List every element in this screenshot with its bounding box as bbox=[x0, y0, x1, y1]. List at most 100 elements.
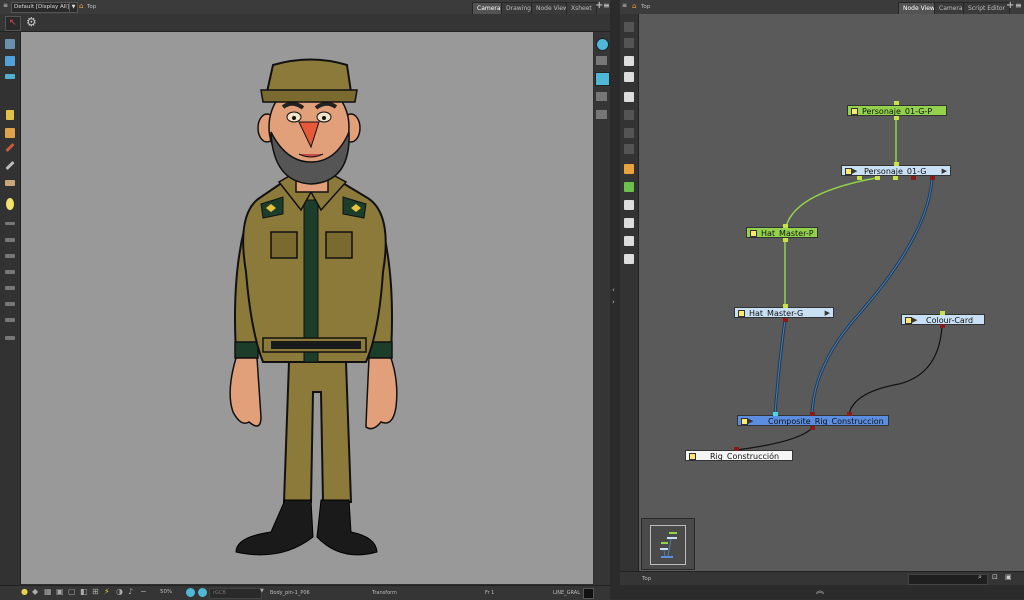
grid-icon[interactable]: ▦ bbox=[44, 587, 52, 596]
panel-menu-right-icon[interactable]: ≡ bbox=[1015, 1, 1022, 10]
tab-script-editor[interactable]: Script Editor bbox=[963, 2, 1011, 14]
view-mode-icon[interactable] bbox=[596, 38, 609, 51]
color-swatch[interactable] bbox=[583, 588, 594, 599]
node-composite[interactable]: ▶ Composite_Rig_Construccion bbox=[737, 415, 889, 426]
color-dropdown-icon[interactable]: ▼ bbox=[260, 588, 264, 594]
pivot-tool-icon[interactable] bbox=[5, 336, 15, 340]
line-tool-icon[interactable] bbox=[5, 222, 15, 225]
expand-panel-icon[interactable]: ︽ bbox=[816, 585, 824, 596]
display-dropdown[interactable]: Default [Display All] bbox=[11, 2, 73, 13]
node-tool-1-icon[interactable] bbox=[624, 22, 634, 32]
port[interactable] bbox=[734, 447, 739, 451]
port[interactable] bbox=[847, 412, 852, 416]
node-home-icon[interactable]: ⌂ bbox=[632, 2, 636, 10]
brush-icon[interactable] bbox=[5, 142, 15, 153]
collapse-left-icon[interactable]: ‹ bbox=[612, 286, 615, 294]
port[interactable] bbox=[783, 318, 788, 322]
node-peg-hat[interactable]: Hat_Master-P bbox=[746, 227, 818, 238]
node-navigator[interactable] bbox=[641, 518, 695, 570]
group-node-icon[interactable] bbox=[624, 72, 634, 82]
zoom-level[interactable]: 50% bbox=[160, 587, 172, 597]
port[interactable] bbox=[773, 412, 778, 416]
node-tool-2-icon[interactable] bbox=[624, 38, 634, 48]
gear-icon[interactable]: ⚙ bbox=[26, 15, 37, 29]
node-canvas[interactable]: Personaje_01-G-P ▶ Personaje_01-G ▶ Hat_Ma… bbox=[639, 14, 1024, 571]
cut-icon[interactable] bbox=[624, 236, 634, 246]
port[interactable] bbox=[857, 176, 862, 180]
camera-tool-icon[interactable] bbox=[5, 56, 15, 66]
cutter-tool-icon[interactable] bbox=[5, 318, 15, 322]
port[interactable] bbox=[911, 176, 916, 180]
composite-node-icon[interactable] bbox=[624, 164, 634, 174]
navigator-viewport[interactable] bbox=[650, 525, 686, 565]
color-picker-icon[interactable] bbox=[186, 588, 195, 597]
port[interactable] bbox=[783, 238, 788, 242]
recycle-icon[interactable] bbox=[624, 182, 634, 192]
node-group-hat[interactable]: Hat_Master-G ▶ bbox=[734, 307, 834, 318]
rgb-icon[interactable] bbox=[198, 588, 207, 597]
camera-canvas[interactable] bbox=[21, 32, 593, 584]
polyline-tool-icon[interactable] bbox=[5, 302, 15, 306]
collapse-right-icon[interactable]: › bbox=[612, 298, 615, 306]
port[interactable] bbox=[783, 224, 788, 228]
mask-icon[interactable]: ◧ bbox=[80, 587, 88, 596]
tab-xsheet[interactable]: Xsheet bbox=[566, 2, 597, 14]
peg-node-icon[interactable] bbox=[624, 56, 634, 66]
pencil-icon[interactable] bbox=[5, 160, 15, 171]
port[interactable] bbox=[893, 176, 898, 180]
node-search-input[interactable] bbox=[908, 574, 988, 585]
node-tool-14-icon[interactable] bbox=[624, 254, 634, 264]
port[interactable] bbox=[940, 324, 945, 328]
node-options-icon[interactable]: ▣ bbox=[1005, 573, 1012, 581]
node-tool-11-icon[interactable] bbox=[624, 200, 634, 210]
onion-icon[interactable]: ◆ bbox=[32, 587, 38, 596]
home-icon[interactable]: ⌂ bbox=[79, 2, 83, 10]
layer-icon-3[interactable] bbox=[596, 92, 607, 101]
ink-icon[interactable] bbox=[6, 198, 14, 210]
node-tool-7-icon[interactable] bbox=[624, 128, 634, 138]
zoom-out-icon[interactable]: − bbox=[140, 587, 147, 596]
view-menu-icon[interactable]: ≡ bbox=[3, 1, 8, 11]
port[interactable] bbox=[875, 176, 880, 180]
abc-icon[interactable] bbox=[624, 218, 634, 228]
port[interactable] bbox=[940, 311, 945, 315]
port[interactable] bbox=[894, 162, 899, 166]
port[interactable] bbox=[783, 304, 788, 308]
port[interactable] bbox=[810, 412, 815, 416]
eraser-icon[interactable] bbox=[5, 180, 15, 186]
layer-icon-2[interactable] bbox=[595, 72, 610, 86]
shape-tool-icon[interactable] bbox=[5, 238, 15, 242]
layer-icon-1[interactable] bbox=[596, 56, 607, 65]
node-peg-character[interactable]: Personaje_01-G-P bbox=[847, 105, 947, 116]
sound-icon[interactable]: ♪ bbox=[128, 587, 133, 596]
select-tool-icon[interactable]: ↖ bbox=[5, 16, 21, 31]
lock-icon[interactable] bbox=[6, 110, 14, 120]
add-tab-right-icon[interactable]: + bbox=[1006, 0, 1014, 11]
frame-icon[interactable]: ▢ bbox=[68, 587, 76, 596]
node-display[interactable]: Rig_Construcción bbox=[685, 450, 793, 461]
port[interactable] bbox=[930, 176, 935, 180]
port[interactable] bbox=[894, 101, 899, 105]
display-icon[interactable]: ▣ bbox=[56, 587, 64, 596]
transform-tool-icon[interactable] bbox=[5, 74, 15, 79]
lightbulb-icon[interactable]: ● bbox=[21, 587, 28, 596]
node-tool-6-icon[interactable] bbox=[624, 110, 634, 120]
dropdown-chevron-icon[interactable]: ▼ bbox=[69, 2, 78, 13]
rect-tool-icon[interactable] bbox=[5, 254, 15, 258]
panel-menu-icon[interactable]: ≡ bbox=[603, 1, 610, 10]
port[interactable] bbox=[810, 426, 815, 430]
layer-icon-4[interactable] bbox=[596, 110, 607, 119]
node-menu-icon[interactable]: ≡ bbox=[622, 1, 627, 11]
move-icon[interactable] bbox=[624, 92, 634, 102]
zoom-fit-icon[interactable]: ⊡ bbox=[992, 573, 998, 581]
safe-area-icon[interactable]: ⊞ bbox=[92, 587, 99, 596]
shade-icon[interactable]: ◑ bbox=[116, 587, 123, 596]
color-field[interactable]: rGCB bbox=[209, 588, 262, 599]
ellipse-tool-icon[interactable] bbox=[5, 270, 15, 274]
paint-icon[interactable] bbox=[5, 128, 15, 138]
contour-tool-icon[interactable] bbox=[5, 286, 15, 290]
port[interactable] bbox=[894, 116, 899, 120]
turbo-icon[interactable]: ⚡ bbox=[104, 587, 110, 596]
node-group-character[interactable]: ▶ Personaje_01-G ▶ bbox=[841, 165, 951, 176]
grid-tool-icon[interactable] bbox=[5, 39, 15, 49]
